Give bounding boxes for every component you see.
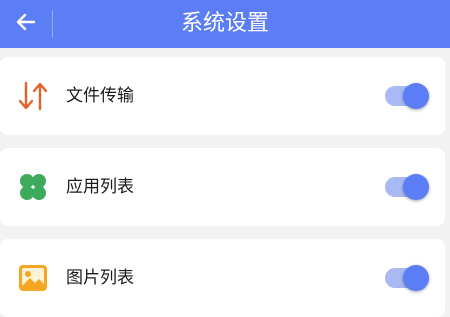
page-title: 系统设置: [180, 11, 269, 36]
setting-label: 应用列表: [66, 177, 134, 197]
four-leaf-icon: [17, 171, 49, 203]
top-app-bar: 系统设置: [0, 0, 450, 48]
toggle-knob: [403, 83, 429, 109]
image-list-toggle[interactable]: [385, 265, 431, 291]
image-icon: [17, 262, 49, 294]
setting-row-image-list: 图片列表: [0, 239, 445, 317]
transfer-arrows-icon: [17, 80, 49, 112]
app-list-toggle[interactable]: [385, 174, 431, 200]
toggle-knob: [403, 265, 429, 291]
setting-label: 图片列表: [66, 268, 134, 288]
toggle-knob: [403, 174, 429, 200]
file-transfer-toggle[interactable]: [385, 83, 431, 109]
setting-row-app-list: 应用列表: [0, 148, 445, 226]
setting-row-file-transfer: 文件传输: [0, 57, 445, 135]
setting-label: 文件传输: [66, 86, 134, 106]
